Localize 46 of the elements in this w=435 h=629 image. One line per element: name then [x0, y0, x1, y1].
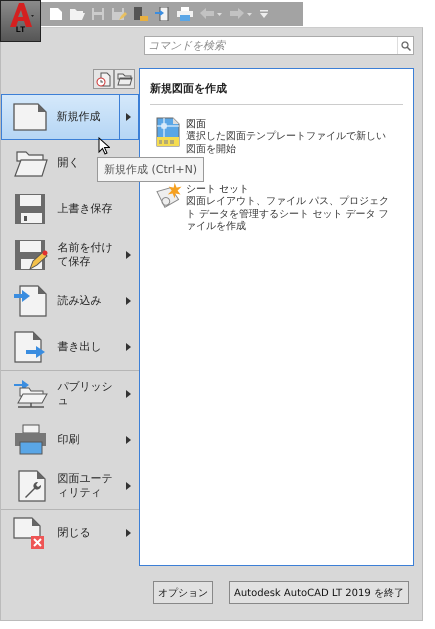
submenu-arrow-icon[interactable] [126, 482, 132, 490]
folder-icon [116, 72, 132, 86]
dwg-file-icon [156, 117, 180, 147]
device-arrow-icon[interactable] [155, 7, 171, 21]
submenu-arrow-icon[interactable] [126, 297, 132, 305]
publish-folder-icon [14, 378, 48, 410]
menu-item[interactable]: 読み込み [1, 278, 139, 324]
app-label: LT [16, 25, 26, 34]
menu-item[interactable]: 新規作成 [1, 94, 139, 140]
entry-title[interactable]: シート セット [186, 182, 393, 196]
footer-button[interactable]: オプション [153, 581, 213, 604]
import-file-icon [14, 285, 48, 317]
menu-item[interactable]: 印刷 [1, 417, 139, 463]
menu-item[interactable]: 閉じる [1, 510, 139, 556]
recent-documents-button[interactable] [93, 69, 114, 89]
clock-document-icon [96, 72, 111, 86]
submenu-arrow-icon[interactable] [126, 343, 132, 351]
entry-description: 図面レイアウト、ファイル パス、プロジェクト データを管理するシート セット データ ファイルを作成 [186, 196, 390, 234]
device-folder-icon[interactable] [133, 7, 149, 21]
submenu-arrow-icon[interactable] [126, 113, 132, 121]
menu-item[interactable]: 書き出し [1, 324, 139, 370]
submenu-arrow-icon[interactable] [126, 390, 132, 398]
sheet-set-icon [156, 182, 182, 208]
submenu-arrow-icon[interactable] [126, 529, 132, 537]
menu-item[interactable]: 上書き保存 [1, 186, 139, 232]
mouse-cursor-icon [98, 137, 110, 155]
submenu-arrow-icon[interactable] [126, 436, 132, 444]
search-field[interactable]: コマンドを検索 [144, 36, 414, 55]
entry-description: 選択した図面テンプレートファイルで新しい図面を開始 [186, 131, 387, 156]
menu-item[interactable]: 図面ユーティリティ [1, 463, 139, 509]
menu-item[interactable]: 名前を付けて保存 [1, 232, 139, 278]
search-input[interactable]: コマンドを検索 [145, 37, 397, 54]
printer-icon [14, 424, 48, 456]
entry-title[interactable]: 図面 [186, 117, 393, 131]
floppy-pencil-icon [14, 239, 48, 271]
print-icon[interactable] [177, 7, 193, 21]
submenu-arrow-icon[interactable] [126, 251, 132, 259]
tooltip: 新規作成 (Ctrl+N) [97, 157, 204, 182]
open-documents-button[interactable] [114, 69, 135, 89]
panel-title: 新規図面を作成 [150, 79, 403, 105]
menu-item[interactable]: パブリッシュ [1, 371, 139, 417]
document-icon [13, 103, 48, 131]
folder-icon [14, 149, 48, 177]
footer-button[interactable]: Autodesk AutoCAD LT 2019 を終了 [229, 581, 409, 604]
application-menu-button[interactable]: LT [0, 0, 41, 42]
search-icon[interactable] [400, 40, 410, 50]
